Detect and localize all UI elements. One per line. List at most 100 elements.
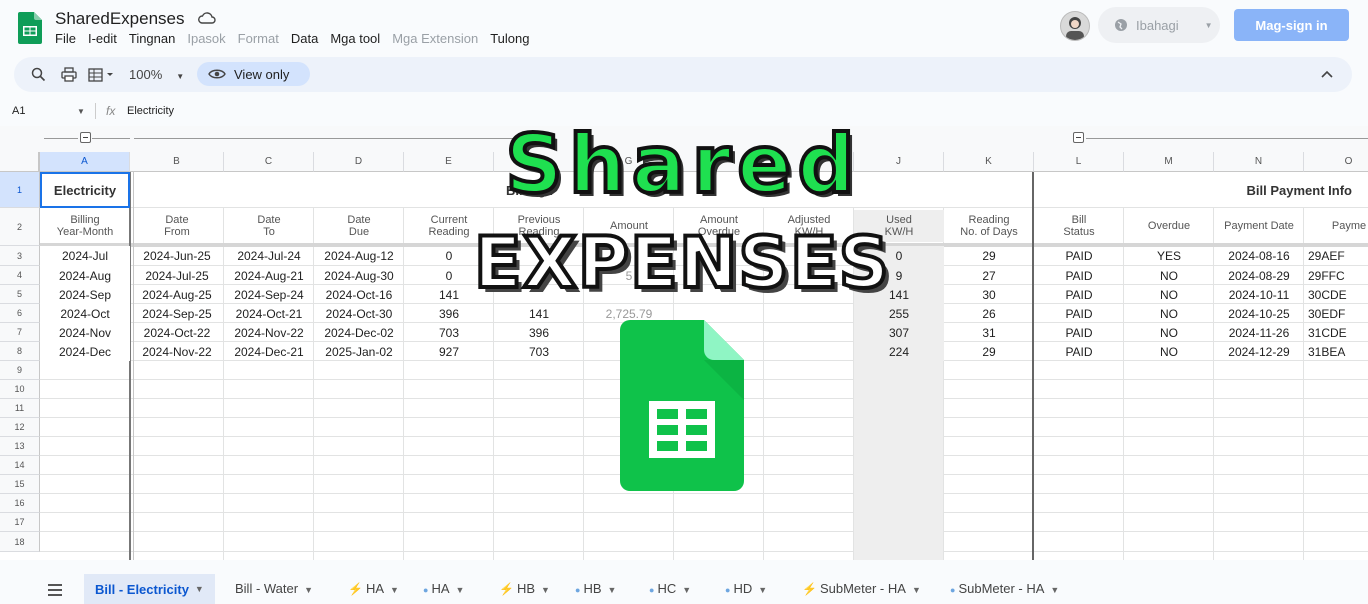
row-header-15[interactable]: 15 — [0, 475, 40, 494]
table-cell[interactable]: 2024-Oct-22 — [130, 323, 224, 342]
table-cell[interactable]: NO — [1124, 323, 1214, 342]
table-cell[interactable]: PAID — [1034, 342, 1124, 361]
sheet-tab[interactable]: ⚡ SubMeter - HA ▼ — [802, 581, 921, 596]
row-header-11[interactable]: 11 — [0, 399, 40, 418]
table-cell[interactable]: 30EDF — [1304, 304, 1368, 323]
avatar[interactable] — [1060, 11, 1090, 41]
sheet-tab[interactable]: Bill - Water ▼ — [235, 581, 313, 596]
table-cell[interactable]: 703 — [404, 323, 494, 342]
table-cell[interactable]: NO — [1124, 342, 1214, 361]
row-header-8[interactable]: 8 — [0, 342, 40, 361]
table-cell[interactable]: 29 — [944, 342, 1034, 361]
column-header-N[interactable]: N — [1214, 152, 1304, 172]
table-cell[interactable]: PAID — [1034, 266, 1124, 285]
sub-header[interactable]: Date To — [224, 210, 314, 242]
table-cell[interactable]: PAID — [1034, 304, 1124, 323]
row-header-10[interactable]: 10 — [0, 380, 40, 399]
table-cell[interactable]: 2024-10-25 — [1214, 304, 1304, 323]
table-cell[interactable]: PAID — [1034, 323, 1124, 342]
view-only-button[interactable]: View only — [197, 62, 310, 86]
menu-item[interactable]: Tingnan — [129, 31, 176, 46]
row-header-4[interactable]: 4 — [0, 266, 40, 285]
table-cell[interactable]: 2024-Jul-25 — [130, 266, 224, 285]
table-cell[interactable]: 2024-Dec-02 — [314, 323, 404, 342]
table-cell[interactable]: 2024-Oct-16 — [314, 285, 404, 304]
table-cell[interactable]: 31 — [944, 323, 1034, 342]
table-cell[interactable]: 224 — [854, 342, 944, 361]
column-header-L[interactable]: L — [1034, 152, 1124, 172]
table-cell[interactable]: PAID — [1034, 246, 1124, 266]
table-cell[interactable]: 396 — [494, 323, 584, 342]
table-cell[interactable]: 31BEA — [1304, 342, 1368, 361]
table-cell[interactable]: PAID — [1034, 285, 1124, 304]
sheet-tab[interactable]: ● HA ▼ — [423, 581, 464, 596]
row-header-13[interactable]: 13 — [0, 437, 40, 456]
cloud-status-icon[interactable] — [198, 11, 216, 25]
table-cell[interactable]: 2024-Jul-24 — [224, 246, 314, 266]
row-header-18[interactable]: 18 — [0, 532, 40, 552]
row-header-7[interactable]: 7 — [0, 323, 40, 342]
print-icon[interactable] — [61, 67, 77, 82]
table-cell[interactable]: 396 — [404, 304, 494, 323]
table-cell[interactable]: 2024-Oct-30 — [314, 304, 404, 323]
table-cell[interactable]: 2024-Nov — [40, 323, 130, 342]
collapse-group-L-icon[interactable] — [1073, 132, 1084, 143]
table-cell[interactable]: 2024-Oct — [40, 304, 130, 323]
row-header-2[interactable]: 2 — [0, 208, 40, 246]
formula-input[interactable]: Electricity — [127, 105, 174, 117]
table-cell[interactable]: 2024-Oct-21 — [224, 304, 314, 323]
table-cell[interactable]: 2024-Nov-22 — [224, 323, 314, 342]
table-cell[interactable]: 2024-Dec — [40, 342, 130, 361]
table-cell[interactable]: 27 — [944, 266, 1034, 285]
section-title-electricity[interactable]: Electricity — [40, 172, 130, 208]
table-cell[interactable]: 2024-Nov-22 — [130, 342, 224, 361]
sheet-tab[interactable]: ● HC ▼ — [649, 581, 691, 596]
table-cell[interactable]: 26 — [944, 304, 1034, 323]
table-cell[interactable]: 2024-Aug-21 — [224, 266, 314, 285]
table-cell[interactable]: 2024-Sep-25 — [130, 304, 224, 323]
row-header-3[interactable]: 3 — [0, 246, 40, 266]
column-header-D[interactable]: D — [314, 152, 404, 172]
table-cell[interactable]: 2025-Jan-02 — [314, 342, 404, 361]
collapse-group-A-icon[interactable] — [80, 132, 91, 143]
menu-item[interactable]: Tulong — [490, 31, 529, 46]
table-cell[interactable]: NO — [1124, 285, 1214, 304]
sub-header[interactable]: Payme — [1304, 210, 1368, 242]
column-header-K[interactable]: K — [944, 152, 1034, 172]
table-cell[interactable]: 29AEF — [1304, 246, 1368, 266]
table-cell[interactable]: 927 — [404, 342, 494, 361]
table-cell[interactable]: NO — [1124, 304, 1214, 323]
sign-in-button[interactable]: Mag-sign in — [1234, 9, 1349, 41]
row-header-12[interactable]: 12 — [0, 418, 40, 437]
menu-item[interactable]: Format — [238, 31, 279, 46]
menu-item[interactable]: Mga tool — [330, 31, 380, 46]
sub-header[interactable]: Overdue — [1124, 210, 1214, 242]
tab-bill-electricity[interactable]: Bill - Electricity ▼ — [84, 574, 215, 604]
name-box[interactable]: A1 — [12, 105, 25, 117]
row-header-9[interactable]: 9 — [0, 361, 40, 380]
row-header-5[interactable]: 5 — [0, 285, 40, 304]
sheet-tab[interactable]: ⚡ HA ▼ — [348, 581, 399, 596]
sheet-tab[interactable]: ⚡ HB ▼ — [499, 581, 550, 596]
table-cell[interactable]: 2024-08-16 — [1214, 246, 1304, 266]
share-button[interactable]: Ibahagi ▼ — [1098, 7, 1220, 43]
chevron-down-icon[interactable]: ▼ — [77, 107, 85, 116]
column-header-O[interactable]: O — [1304, 152, 1368, 172]
table-cell[interactable]: 2024-Aug-30 — [314, 266, 404, 285]
menu-item[interactable]: I-edit — [88, 31, 117, 46]
table-cell[interactable] — [764, 323, 854, 342]
table-cell[interactable] — [764, 342, 854, 361]
menu-item[interactable]: File — [55, 31, 76, 46]
sub-header[interactable]: Billing Year-Month — [40, 210, 130, 242]
table-cell[interactable]: 2024-08-29 — [1214, 266, 1304, 285]
sheets-logo-icon[interactable] — [18, 12, 42, 44]
sheet-tab[interactable]: ● SubMeter - HA ▼ — [950, 581, 1059, 596]
row-header-16[interactable]: 16 — [0, 494, 40, 513]
sheet-tab[interactable]: ● HB ▼ — [575, 581, 616, 596]
table-cell[interactable]: 31CDE — [1304, 323, 1368, 342]
row-header-1[interactable]: 1 — [0, 172, 40, 208]
menu-item[interactable]: Mga Extension — [392, 31, 478, 46]
table-cell[interactable]: 2024-11-26 — [1214, 323, 1304, 342]
table-cell[interactable]: 2024-Aug — [40, 266, 130, 285]
table-cell[interactable]: 2024-Sep-24 — [224, 285, 314, 304]
